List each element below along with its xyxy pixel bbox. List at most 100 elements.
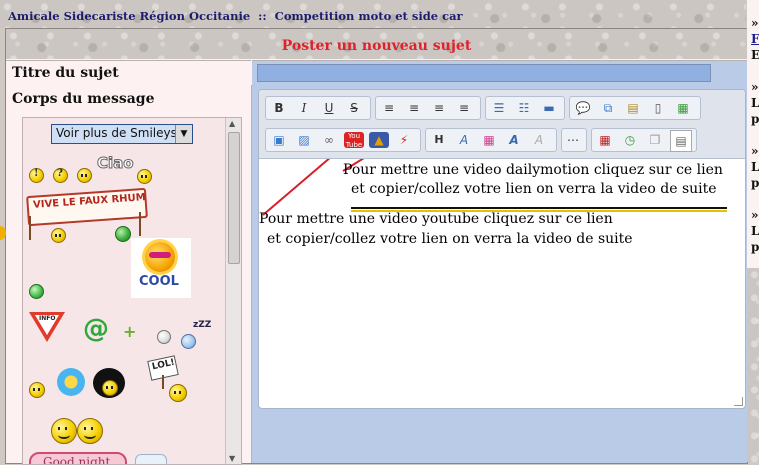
smiley-question[interactable]: ? (53, 168, 68, 183)
subject-input-cell (252, 60, 747, 86)
smiley-panel: Voir plus de Smileys ▼ ! ? Ciao VIVE LE … (22, 117, 242, 465)
bold-button[interactable]: B (269, 98, 289, 118)
subject-label-cell: Titre du sujet (6, 60, 251, 86)
smiley-alien[interactable] (29, 284, 44, 299)
right-sidebar-link[interactable]: F (751, 32, 759, 46)
align-group: ≡ ≡ ≡ ≡ (375, 96, 481, 120)
remove-format-icon[interactable]: A (529, 130, 549, 150)
top-bar: Amicale Sidecariste Région Occitanie :: … (0, 0, 746, 28)
smiley-partial[interactable] (135, 454, 167, 464)
smiley-crazy[interactable] (29, 382, 45, 398)
smiley-plus[interactable]: + (123, 322, 136, 341)
font-face-icon[interactable]: A (504, 130, 524, 150)
right-sidebar-char: p (751, 112, 759, 126)
image-icon[interactable]: ▣ (269, 130, 289, 150)
dailymotion-line-2: et copier/collez votre lien on verra la … (351, 181, 717, 197)
upload-image-icon[interactable]: ▨ (294, 130, 314, 150)
flash-icon[interactable]: ⚡ (394, 130, 414, 150)
date-icon[interactable]: ▦ (595, 130, 615, 150)
subject-input[interactable] (257, 64, 711, 82)
right-sidebar-char: » (751, 16, 759, 30)
time-icon[interactable]: ◷ (620, 130, 640, 150)
source-mode-icon[interactable]: ▤ (670, 130, 692, 152)
body-label-cell: Corps du message Voir plus de Smileys ▼ … (6, 85, 252, 465)
align-right-icon[interactable]: ≡ (429, 98, 449, 118)
breadcrumb: Amicale Sidecariste Région Occitanie :: … (8, 9, 463, 23)
right-background (747, 268, 759, 462)
message-textarea[interactable]: Pour mettre une video dailymotion clique… (259, 159, 745, 408)
align-center-icon[interactable]: ≡ (404, 98, 424, 118)
dailymotion-line-1: Pour mettre une video dailymotion clique… (343, 162, 723, 178)
code-icon[interactable]: ⧉ (598, 98, 618, 118)
align-left-icon[interactable]: ≡ (379, 98, 399, 118)
bullet-list-icon[interactable]: ☰ (489, 98, 509, 118)
body-label: Corps du message (12, 91, 155, 107)
smiley-cool[interactable]: COOL (131, 238, 191, 298)
right-sidebar-char: E (751, 48, 759, 62)
right-sidebar-char: p (751, 240, 759, 254)
more-icon[interactable]: ⋯ (563, 130, 583, 150)
resize-handle[interactable] (734, 397, 743, 406)
font-group: H A ▦ A A (425, 128, 557, 152)
scroll-thumb[interactable] (228, 132, 240, 264)
scroll-up-icon[interactable]: ▲ (229, 119, 235, 128)
smiley-at[interactable]: @ (83, 314, 109, 344)
media-group: ▣ ▨ ∞ You Tube ▲ ⚡ (265, 128, 421, 152)
right-sidebar-char: L (751, 96, 759, 110)
smiley-sleep[interactable] (181, 334, 196, 349)
breadcrumb-site-link[interactable]: Amicale Sidecariste Région Occitanie (8, 9, 250, 23)
smiley-info-sign[interactable]: INFO (29, 312, 65, 346)
right-sidebar-char: » (751, 144, 759, 158)
more-group: ⋯ (561, 128, 587, 152)
spoiler-icon[interactable]: ▤ (623, 98, 643, 118)
heading-button[interactable]: H (429, 130, 449, 150)
breadcrumb-forum-link[interactable]: Competition moto et side car (275, 9, 463, 23)
smiley-smile[interactable] (157, 330, 171, 344)
post-form: Poster un nouveau sujet Titre du sujet C… (5, 28, 748, 465)
smiley-vive-banner[interactable]: VIVE LE FAUX RHUM (26, 186, 148, 256)
editor-toolbar: B I U S ≡ ≡ ≡ ≡ ☰ ☷ ▬ 💬 ⧉ ▤ ▯ ▦ ▣ ▨ ∞ Yo… (259, 90, 745, 159)
numbered-list-icon[interactable]: ☷ (514, 98, 534, 118)
message-editor: B I U S ≡ ≡ ≡ ≡ ☰ ☷ ▬ 💬 ⧉ ▤ ▯ ▦ ▣ ▨ ∞ Yo… (258, 89, 746, 409)
right-sidebar-char: p (751, 176, 759, 190)
smiley-scrollbar[interactable]: ▲ ▼ (225, 118, 241, 464)
horizontal-rule-icon[interactable]: ▬ (539, 98, 559, 118)
right-sidebar-char: L (751, 224, 759, 238)
italic-button[interactable]: I (294, 98, 314, 118)
youtube-line-1: Pour mettre une video youtube cliquez su… (259, 211, 613, 227)
form-header: Poster un nouveau sujet (6, 29, 747, 59)
smiley-exclaim[interactable]: ! (29, 168, 44, 183)
list-group: ☰ ☷ ▬ (485, 96, 565, 120)
right-sidebar-char: » (751, 80, 759, 94)
info-text: INFO (39, 315, 56, 322)
table-icon[interactable]: ▦ (673, 98, 693, 118)
smiley-select-label: Voir plus de Smileys (56, 126, 177, 140)
smiley-hug[interactable] (51, 416, 111, 444)
dailymotion-icon[interactable]: ▲ (369, 132, 389, 148)
smiley-more-select[interactable]: Voir plus de Smileys ▼ (51, 124, 193, 144)
copy-icon[interactable]: ❐ (645, 130, 665, 150)
form-title: Poster un nouveau sujet (281, 38, 472, 54)
font-size-icon[interactable]: A (454, 130, 474, 150)
quote-icon[interactable]: 💬 (573, 98, 593, 118)
smiley-lol-sign[interactable]: LOL! (147, 355, 193, 404)
hide-icon[interactable]: ▯ (648, 98, 668, 118)
good-night-text: Good night (43, 455, 111, 465)
smiley-flower[interactable] (57, 368, 85, 396)
strikethrough-button[interactable]: S (344, 98, 364, 118)
format-group: B I U S (265, 96, 371, 120)
underline-button[interactable]: U (319, 98, 339, 118)
color-picker-icon[interactable]: ▦ (479, 130, 499, 150)
smiley-rolleyes[interactable] (77, 168, 92, 183)
editor-cell: B I U S ≡ ≡ ≡ ≡ ☰ ☷ ▬ 💬 ⧉ ▤ ▯ ▦ ▣ ▨ ∞ Yo… (252, 85, 747, 463)
chevron-down-icon: ▼ (175, 125, 192, 143)
link-icon[interactable]: ∞ (319, 130, 339, 150)
smiley-good-night[interactable]: Good night (29, 452, 127, 465)
smiley-ciao[interactable]: Ciao (97, 154, 157, 184)
zzz-icon: zZZ (193, 320, 212, 330)
smiley-afro[interactable] (93, 368, 125, 398)
youtube-icon[interactable]: You Tube (344, 132, 364, 149)
right-sidebar-char: L (751, 160, 759, 174)
breadcrumb-separator: :: (258, 9, 267, 23)
align-justify-icon[interactable]: ≡ (454, 98, 474, 118)
